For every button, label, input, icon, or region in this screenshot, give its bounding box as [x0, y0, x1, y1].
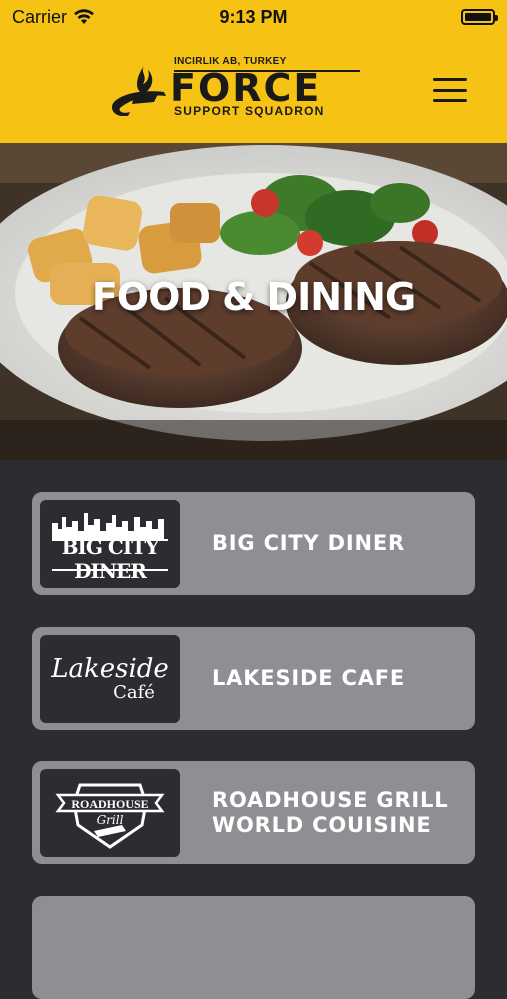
force-support-squadron-logo[interactable]: INCIRLIK AB, TURKEY FORCE SUPPORT SQUADR…	[110, 56, 362, 120]
big-city-diner-logo: BIG CITY DINER	[40, 499, 180, 588]
menu-bar	[433, 88, 467, 92]
big-city-diner-logo-text: BIG CITY DINER	[61, 534, 160, 583]
hamburger-menu-icon[interactable]	[430, 74, 470, 106]
lakeside-cafe-logo: Lakeside Café	[40, 634, 180, 723]
menu-bar	[433, 99, 467, 102]
hero-title: FOOD & DINING	[91, 275, 416, 319]
battery-level	[465, 13, 491, 21]
restaurant-name-line: BIG CITY DINER	[212, 531, 405, 556]
status-left: Carrier	[12, 7, 95, 28]
restaurant-name: ROADHOUSE GRILL WORLD COUISINE	[212, 788, 448, 836]
restaurant-card-big-city-diner[interactable]: BIG CITY DINER BIG CITY DINER	[32, 492, 475, 595]
hero-banner: FOOD & DINING	[0, 143, 507, 460]
roadhouse-grill-logo: ROADHOUSE Grill	[40, 768, 180, 857]
restaurant-name: LAKESIDE CAFE	[212, 666, 405, 690]
restaurant-card-lakeside-cafe[interactable]: Lakeside Café LAKESIDE CAFE	[32, 627, 475, 730]
logo-squadron-text: SUPPORT SQUADRON	[174, 104, 325, 118]
restaurant-card-roadhouse-grill[interactable]: ROADHOUSE Grill ROADHOUSE GRILL WORLD CO…	[32, 761, 475, 864]
menu-bar	[433, 78, 467, 81]
restaurant-name: BIG CITY DINER	[212, 531, 405, 555]
status-bar: Carrier 9:13 PM	[0, 0, 507, 34]
lakeside-cafe-logo-text: Lakeside Café	[51, 656, 169, 702]
restaurant-name-line: ROADHOUSE GRILL	[212, 788, 449, 813]
wifi-icon	[74, 9, 95, 24]
carrier-label: Carrier	[12, 6, 68, 27]
grill-logo-script: Grill	[96, 812, 124, 827]
restaurant-name-line: LAKESIDE CAFE	[212, 666, 406, 691]
restaurant-name-line: WORLD COUISINE	[212, 812, 432, 837]
restaurant-list: BIG CITY DINER BIG CITY DINER Lakeside C…	[0, 460, 507, 999]
restaurant-card-partial[interactable]	[32, 896, 475, 999]
app-header: INCIRLIK AB, TURKEY FORCE SUPPORT SQUADR…	[0, 34, 507, 143]
cafe-logo-script: Café	[113, 681, 155, 703]
battery-icon	[461, 9, 498, 25]
roadhouse-logo-title: ROADHOUSE	[71, 796, 149, 811]
flame-emblem-icon	[111, 66, 166, 116]
lakeside-logo-script: Lakeside	[51, 653, 169, 684]
